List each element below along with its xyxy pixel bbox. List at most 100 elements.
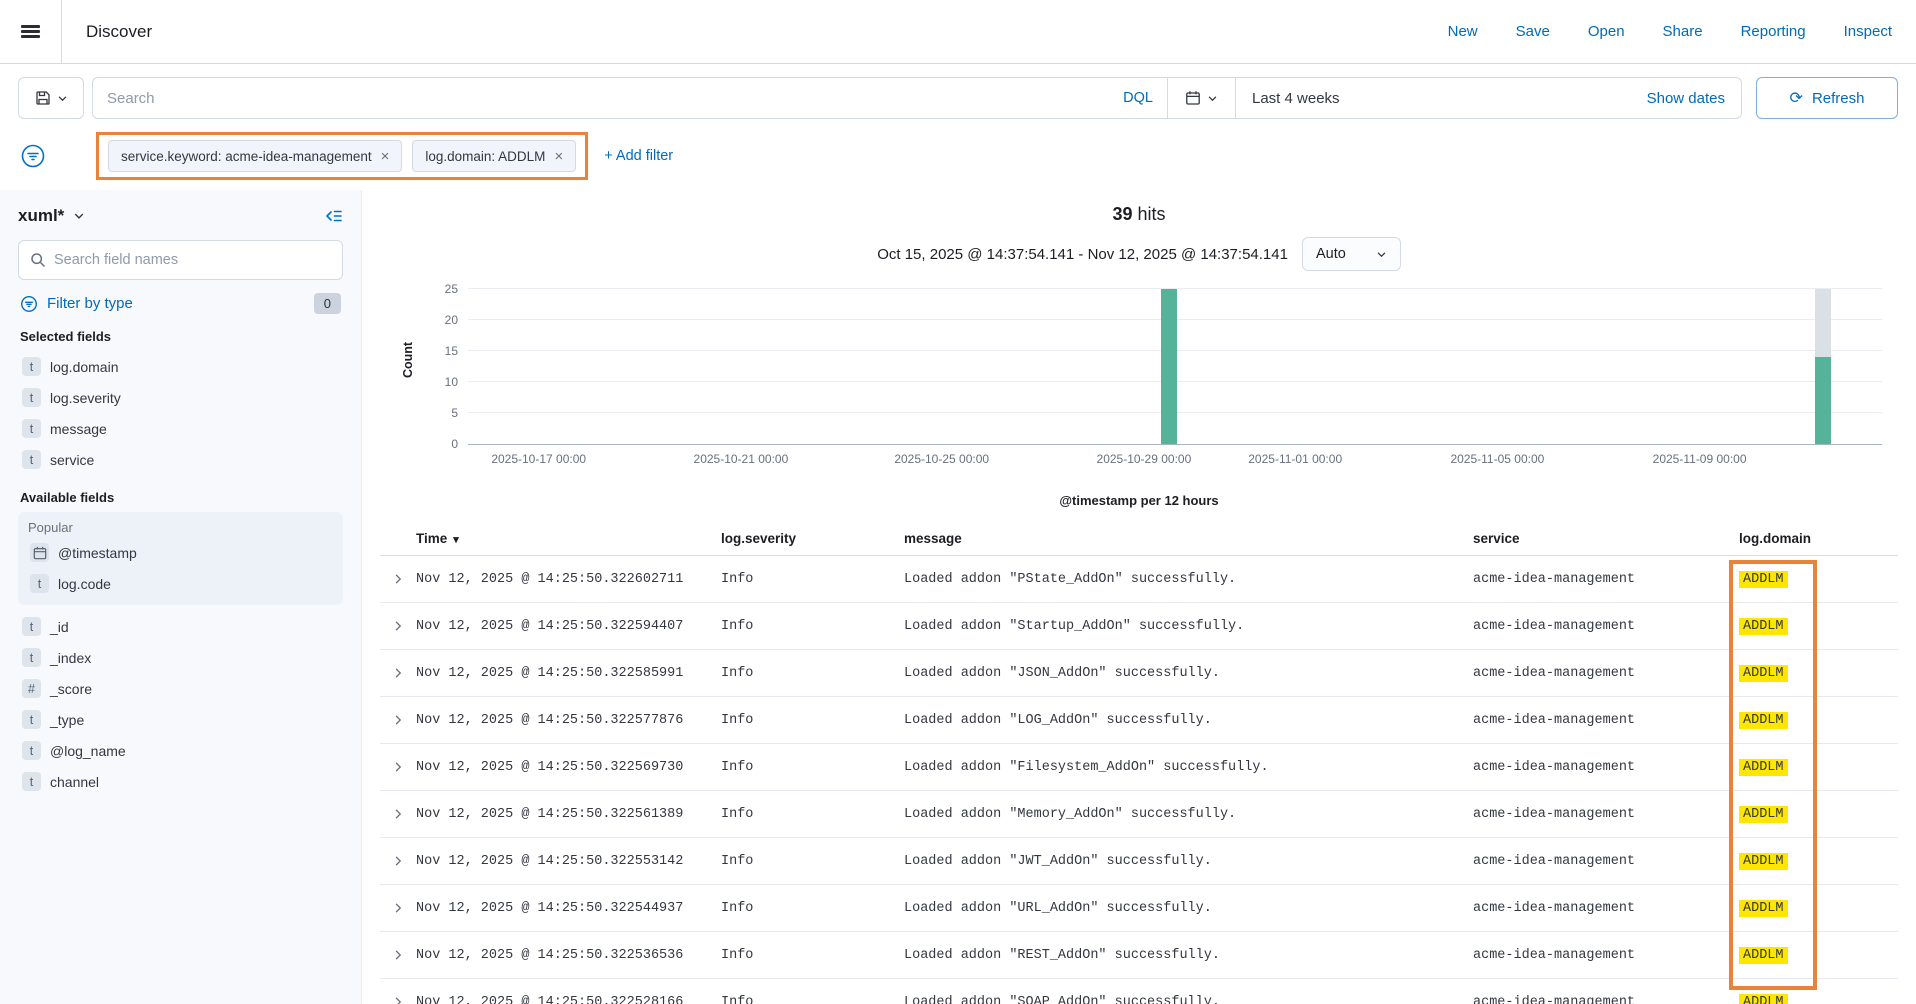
show-dates-button[interactable]: Show dates <box>1647 90 1741 107</box>
index-pattern-selector[interactable]: xuml* <box>18 206 85 226</box>
expand-row-button[interactable] <box>392 855 404 867</box>
highlighted-domain-value: ADDLM <box>1739 665 1788 682</box>
expand-row-button[interactable] <box>392 808 404 820</box>
save-query-button[interactable] <box>18 77 84 119</box>
hamburger-icon <box>21 23 40 40</box>
table-row: Nov 12, 2025 @ 14:25:50.322544937InfoLoa… <box>380 885 1898 932</box>
chart-plot: 05101520252025-10-17 00:002025-10-21 00:… <box>468 289 1882 445</box>
text-field-icon: t <box>22 617 41 636</box>
available-fields-list: t_idt_index#_scoret_typet@log_nametchann… <box>18 611 343 797</box>
expand-row-button[interactable] <box>392 667 404 679</box>
cell-time: Nov 12, 2025 @ 14:25:50.322536536 <box>416 948 721 963</box>
y-axis-tick-label: 0 <box>451 437 458 451</box>
field-item[interactable]: tlog.domain <box>18 351 343 382</box>
refresh-button[interactable]: ⟳ Refresh <box>1756 77 1898 119</box>
cell-log-domain: ADDLM <box>1739 619 1898 634</box>
filter-set-menu-button[interactable] <box>18 141 48 171</box>
discover-main: 39 hits Oct 15, 2025 @ 14:37:54.141 - No… <box>362 190 1916 1004</box>
field-item[interactable]: tlog.code <box>26 568 335 599</box>
cell-log-domain: ADDLM <box>1739 807 1898 822</box>
expand-row-button[interactable] <box>392 996 404 1004</box>
x-axis-tick-label: 2025-11-05 00:00 <box>1450 452 1544 466</box>
column-header-message[interactable]: message <box>904 531 1473 546</box>
date-quick-select-button[interactable] <box>1168 78 1236 118</box>
remove-filter-icon[interactable]: × <box>381 149 390 164</box>
header-action-open[interactable]: Open <box>1588 23 1625 40</box>
cell-log-severity: Info <box>721 713 904 728</box>
header-action-new[interactable]: New <box>1448 23 1478 40</box>
table-row: Nov 12, 2025 @ 14:25:50.322594407InfoLoa… <box>380 603 1898 650</box>
search-unit: DQL Last 4 weeks Show dates <box>92 77 1742 119</box>
field-item[interactable]: t_index <box>18 642 343 673</box>
y-axis-tick-label: 20 <box>445 313 458 327</box>
header-action-save[interactable]: Save <box>1516 23 1550 40</box>
filter-menu-icon <box>20 143 46 169</box>
field-item[interactable]: tlog.severity <box>18 382 343 413</box>
chevron-down-icon <box>1207 93 1218 104</box>
collapse-sidebar-button[interactable] <box>325 207 343 225</box>
field-name: _score <box>50 681 92 697</box>
header-action-reporting[interactable]: Reporting <box>1741 23 1806 40</box>
column-header-time[interactable]: Time▾ <box>416 531 721 546</box>
table-row: Nov 12, 2025 @ 14:25:50.322561389InfoLoa… <box>380 791 1898 838</box>
field-item[interactable]: tservice <box>18 444 343 475</box>
filter-pill[interactable]: service.keyword: acme-idea-management× <box>108 140 402 172</box>
add-filter-button[interactable]: + Add filter <box>604 148 673 164</box>
cell-message: Loaded addon "REST_AddOn" successfully. <box>904 948 1473 963</box>
collapse-sidebar-icon <box>325 207 343 225</box>
text-field-icon: t <box>22 450 41 469</box>
filter-pill[interactable]: log.domain: ADDLM× <box>412 140 576 172</box>
histogram-bar[interactable] <box>1161 289 1177 444</box>
cell-message: Loaded addon "Filesystem_AddOn" successf… <box>904 760 1473 775</box>
field-item[interactable]: tchannel <box>18 766 343 797</box>
filter-by-type-button[interactable]: Filter by type <box>47 295 133 312</box>
expand-row-button[interactable] <box>392 714 404 726</box>
x-axis-tick-label: 2025-11-01 00:00 <box>1248 452 1342 466</box>
field-item[interactable]: tmessage <box>18 413 343 444</box>
expand-row-button[interactable] <box>392 902 404 914</box>
field-item[interactable]: @timestamp <box>26 537 335 568</box>
cell-log-domain: ADDLM <box>1739 948 1898 963</box>
field-search-box <box>18 240 343 280</box>
column-header-service[interactable]: service <box>1473 531 1739 546</box>
field-item[interactable]: t_type <box>18 704 343 735</box>
y-axis-title: Count <box>401 342 415 378</box>
cell-log-severity: Info <box>721 760 904 775</box>
header-action-share[interactable]: Share <box>1663 23 1703 40</box>
expand-row-button[interactable] <box>392 620 404 632</box>
cell-message: Loaded addon "JSON_AddOn" successfully. <box>904 666 1473 681</box>
annotation-filter-pills: service.keyword: acme-idea-management× lo… <box>96 132 588 180</box>
search-input[interactable] <box>107 90 1113 107</box>
chevron-down-icon <box>1376 249 1387 260</box>
cell-message: Loaded addon "LOG_AddOn" successfully. <box>904 713 1473 728</box>
interval-select[interactable]: Auto <box>1302 237 1401 271</box>
query-language-button[interactable]: DQL <box>1113 90 1153 106</box>
remove-filter-icon[interactable]: × <box>554 149 563 164</box>
field-item[interactable]: #_score <box>18 673 343 704</box>
filter-bar: service.keyword: acme-idea-management× lo… <box>0 130 1916 190</box>
cell-message: Loaded addon "JWT_AddOn" successfully. <box>904 854 1473 869</box>
highlighted-domain-value: ADDLM <box>1739 806 1788 823</box>
column-header-log-severity[interactable]: log.severity <box>721 531 904 546</box>
field-item[interactable]: t@log_name <box>18 735 343 766</box>
expand-row-button[interactable] <box>392 573 404 585</box>
menu-button[interactable] <box>0 0 62 63</box>
cell-log-severity: Info <box>721 572 904 587</box>
expand-row-button[interactable] <box>392 761 404 773</box>
histogram-bar[interactable] <box>1815 357 1831 444</box>
field-name: message <box>50 421 107 437</box>
calendar-icon <box>1185 90 1201 106</box>
expand-cell <box>380 808 416 820</box>
expand-cell <box>380 761 416 773</box>
header-action-inspect[interactable]: Inspect <box>1844 23 1892 40</box>
expand-row-button[interactable] <box>392 949 404 961</box>
index-pattern-name: xuml* <box>18 206 64 226</box>
page-title: Discover <box>86 22 152 42</box>
column-header-log-domain[interactable]: log.domain <box>1739 531 1898 546</box>
field-name: @timestamp <box>58 545 137 561</box>
field-item[interactable]: t_id <box>18 611 343 642</box>
field-search-input[interactable] <box>54 252 331 268</box>
field-name: _type <box>50 712 84 728</box>
cell-log-domain: ADDLM <box>1739 666 1898 681</box>
date-range-value[interactable]: Last 4 weeks <box>1236 90 1647 107</box>
